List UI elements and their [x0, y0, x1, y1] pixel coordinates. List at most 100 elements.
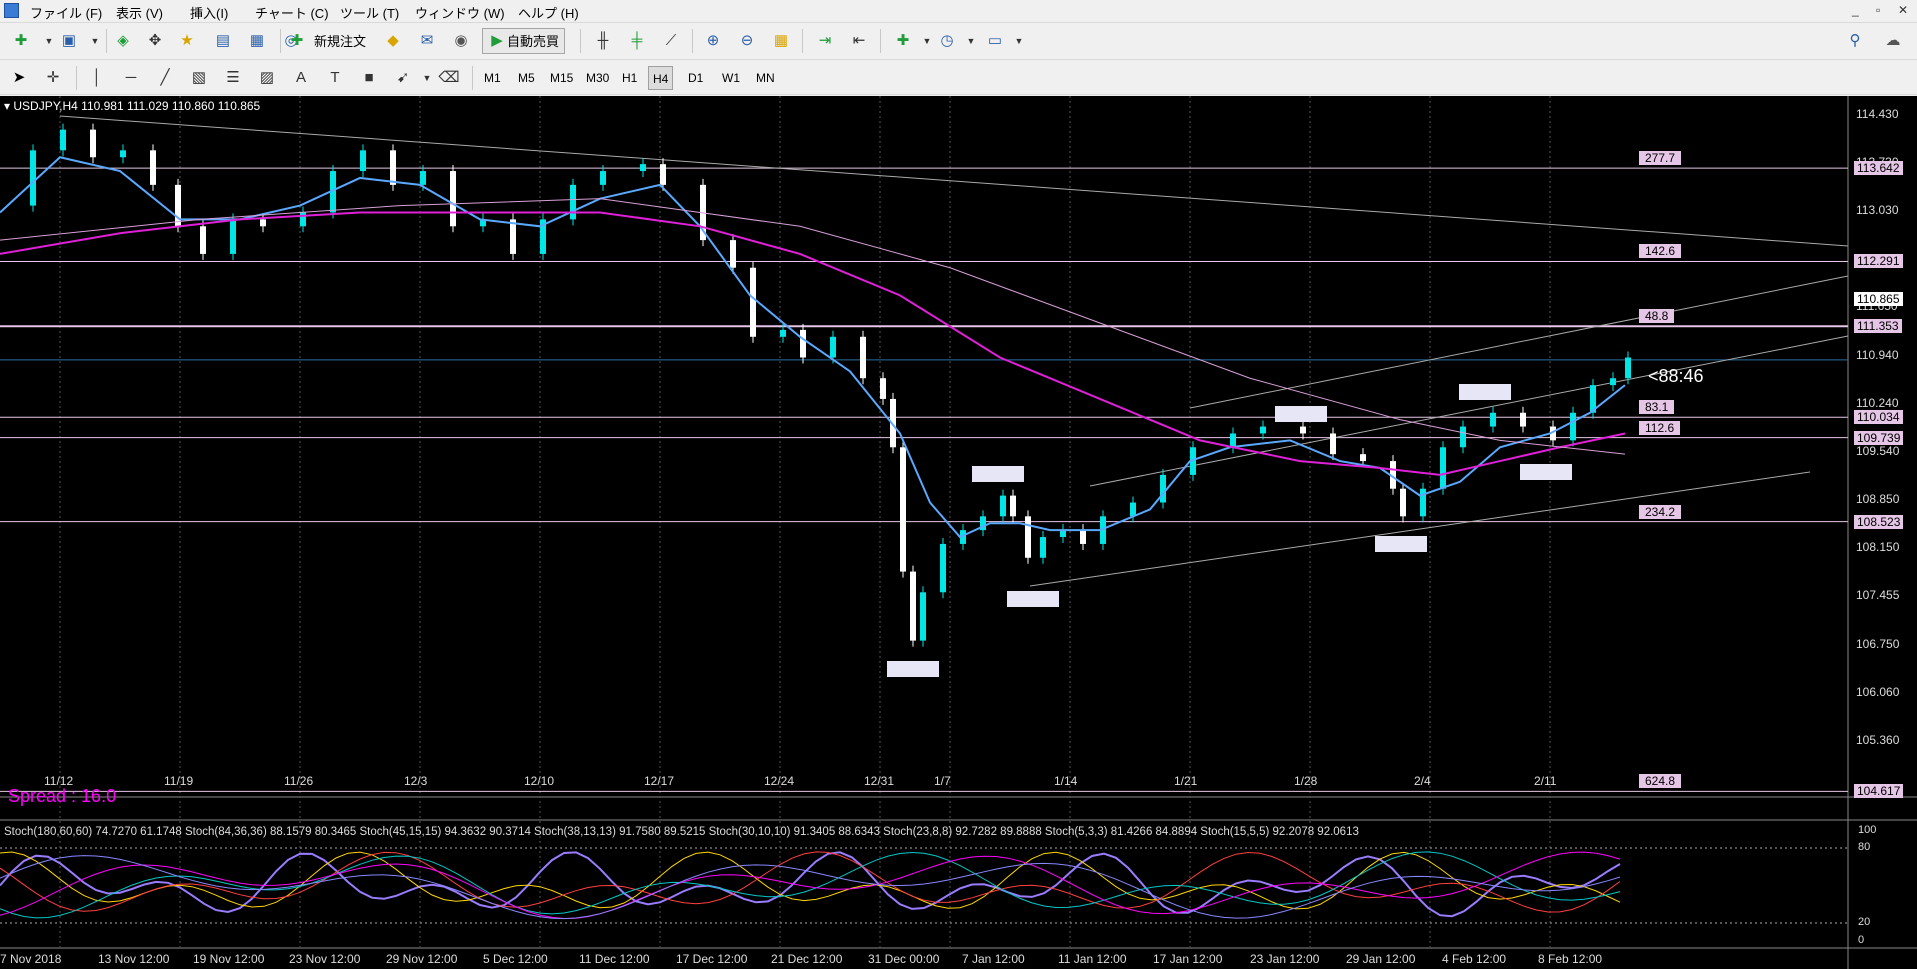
signal-icon[interactable]: ◉ — [448, 28, 474, 54]
indicators-icon[interactable]: ✚ — [890, 28, 916, 54]
candle-body — [1490, 412, 1496, 427]
trendline-long — [59, 115, 1849, 247]
menu-file[interactable]: ファイル (F) — [30, 3, 102, 22]
candle-body — [1025, 516, 1031, 558]
date-label: 1/28 — [1294, 774, 1318, 788]
timeframe-m15[interactable]: M15 — [546, 66, 577, 90]
candle-body — [1625, 357, 1631, 379]
trendline-icon[interactable]: ╱ — [152, 65, 178, 91]
data-window-icon[interactable]: ✥ — [142, 28, 168, 54]
candle-body — [1570, 412, 1576, 441]
new-chart-icon[interactable]: ✚ — [8, 28, 34, 54]
toolbar-separator — [880, 29, 881, 53]
restore-button[interactable]: ▫ — [1876, 3, 1880, 17]
date-label: 2/4 — [1414, 774, 1431, 788]
profiles-icon[interactable]: ▣ — [56, 28, 82, 54]
candle-body — [200, 226, 206, 254]
favorites-icon[interactable]: ★ — [174, 28, 200, 54]
level-price-tag: 112.291 — [1854, 254, 1903, 269]
menu-help[interactable]: ヘルプ (H) — [518, 3, 579, 22]
price-axis-label: 107.455 — [1856, 588, 1900, 603]
spread-label: Spread : 16.0 — [8, 786, 117, 806]
fibonacci-icon[interactable]: ☰ — [220, 65, 246, 91]
eraser-icon[interactable]: ⌫ — [436, 65, 462, 91]
menu-bar: ファイル (F) 表示 (V) 挿入(I) チャート (C) ツール (T) ウ… — [0, 0, 1917, 23]
new-order-icon[interactable]: ✚ — [284, 28, 310, 54]
timeframe-mn[interactable]: MN — [752, 66, 779, 90]
zoom-out-icon[interactable]: ⊖ — [734, 28, 760, 54]
terminal-icon[interactable]: ▦ — [244, 28, 270, 54]
stochastic-line — [0, 851, 1621, 918]
moving-average-slow — [0, 211, 1626, 476]
tile-windows-icon[interactable]: ▦ — [768, 28, 794, 54]
chart-shift-icon[interactable]: ⇥ — [812, 28, 838, 54]
candlestick-icon[interactable]: ╪ — [624, 28, 650, 54]
menu-tools[interactable]: ツール (T) — [340, 3, 399, 22]
minimize-button[interactable]: _ — [1852, 3, 1859, 17]
timeframe-m1[interactable]: M1 — [480, 66, 505, 90]
date-label: 12/3 — [404, 774, 428, 788]
price-chart-canvas[interactable] — [0, 96, 1917, 969]
marker-rectangle — [972, 466, 1024, 482]
stoch-axis-100: 100 — [1858, 824, 1877, 836]
stochastic-label: Stoch(180,60,60) 74.7270 61.1748 Stoch(8… — [4, 826, 1359, 838]
cursor-icon[interactable]: ➤ — [6, 65, 32, 91]
timeframe-w1[interactable]: W1 — [718, 66, 744, 90]
candle-body — [390, 150, 396, 185]
candle-body — [1400, 488, 1406, 517]
symbol-info: ▾ USDJPY,H4 110.981 111.029 110.860 110.… — [4, 99, 261, 113]
channel-upper-line — [1189, 275, 1849, 409]
candle-body — [640, 164, 646, 172]
price-axis-label: 113.030 — [1856, 203, 1899, 218]
timeframe-h1[interactable]: H1 — [618, 66, 641, 90]
candle-body — [420, 171, 426, 185]
timeframe-d1[interactable]: D1 — [684, 66, 707, 90]
chat-icon[interactable]: ☁ — [1880, 28, 1906, 54]
marker-rectangle — [1520, 464, 1572, 480]
zoom-in-icon[interactable]: ⊕ — [700, 28, 726, 54]
arrows-icon[interactable]: ➹ — [390, 65, 416, 91]
new-order-button[interactable]: 新規注文 — [308, 28, 372, 54]
stoch-axis-20: 20 — [1858, 916, 1871, 928]
mailbox-icon[interactable]: ✉ — [414, 28, 440, 54]
channel-icon[interactable]: ▧ — [186, 65, 212, 91]
search-icon[interactable]: ⚲ — [1842, 28, 1868, 54]
navigator-icon[interactable]: ▤ — [210, 28, 236, 54]
close-button[interactable]: ✕ — [1898, 3, 1908, 17]
timeframe-h4[interactable]: H4 — [648, 66, 674, 90]
profiles-dropdown-icon[interactable]: ▼ — [82, 28, 108, 54]
templates-icon[interactable]: ▭ — [982, 28, 1008, 54]
candle-body — [900, 447, 906, 572]
candle-body — [1440, 447, 1446, 489]
level-distance-tag: 83.1 — [1639, 400, 1675, 415]
toolbar-separator — [580, 29, 581, 53]
time-axis-label: 23 Nov 12:00 — [289, 952, 361, 966]
market-watch-icon[interactable]: ◈ — [110, 28, 136, 54]
price-axis-label: 106.060 — [1856, 684, 1900, 699]
vertical-line-icon[interactable]: │ — [84, 65, 110, 91]
price-axis-label: 105.360 — [1856, 733, 1900, 748]
menu-chart[interactable]: チャート (C) — [255, 3, 329, 22]
menu-insert[interactable]: 挿入(I) — [190, 3, 228, 22]
chart-window[interactable]: ▾ USDJPY,H4 110.981 111.029 110.860 110.… — [0, 96, 1917, 969]
gold-icon[interactable]: ◆ — [380, 28, 406, 54]
periods-dropdown-icon[interactable]: ▼ — [958, 28, 984, 54]
timeframe-m5[interactable]: M5 — [514, 66, 539, 90]
timeframe-m30[interactable]: M30 — [582, 66, 613, 90]
gann-icon[interactable]: ▨ — [254, 65, 280, 91]
crosshair-icon[interactable]: ✛ — [40, 65, 66, 91]
templates-dropdown-icon[interactable]: ▼ — [1006, 28, 1032, 54]
text-tool-icon[interactable]: A — [288, 65, 314, 91]
current-price-tag: 110.865 — [1854, 292, 1903, 306]
date-label: 11/26 — [284, 774, 314, 788]
auto-scroll-icon[interactable]: ⇤ — [846, 28, 872, 54]
line-chart-icon[interactable]: ⟋ — [658, 28, 684, 54]
menu-window[interactable]: ウィンドウ (W) — [415, 3, 505, 22]
periods-icon[interactable]: ◷ — [934, 28, 960, 54]
main-toolbar: ✚ ▼ ▣ ▼ ◈ ✥ ★ ▤ ▦ ◎ ✚ 新規注文 ◆ ✉ ◉ 自動売買 ▶ … — [0, 23, 1917, 60]
bar-chart-icon[interactable]: ╫ — [590, 28, 616, 54]
rectangle-icon[interactable]: ■ — [356, 65, 382, 91]
horizontal-line-icon[interactable]: ─ — [118, 65, 144, 91]
text-label-icon[interactable]: T — [322, 65, 348, 91]
menu-view[interactable]: 表示 (V) — [116, 3, 163, 22]
